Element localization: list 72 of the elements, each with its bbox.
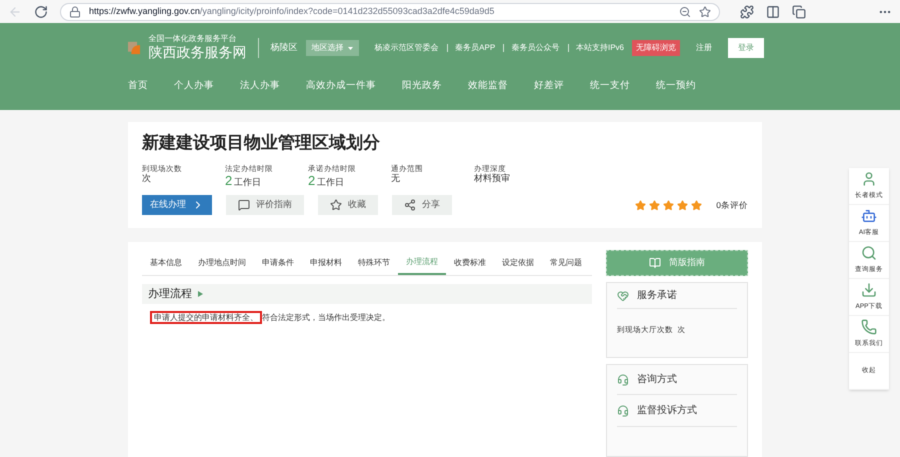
nav-link[interactable]: 首页 bbox=[128, 78, 148, 94]
top-link[interactable]: 秦务员APP bbox=[455, 42, 496, 54]
action-button[interactable]: 分享 bbox=[392, 195, 452, 216]
tab[interactable]: 特殊环节 bbox=[350, 250, 398, 275]
headset-icon bbox=[617, 374, 630, 386]
tab[interactable]: 设定依据 bbox=[494, 250, 542, 275]
favorite-icon[interactable] bbox=[699, 6, 711, 18]
register-link[interactable]: 注册 bbox=[696, 42, 712, 54]
platform-subtitle: 全国一体化政务服务平台 bbox=[148, 34, 238, 44]
tab[interactable]: 办理流程 bbox=[398, 250, 446, 275]
region-name: 杨陵区 bbox=[270, 41, 298, 54]
promise-title: 服务承诺 bbox=[637, 288, 678, 303]
tab[interactable]: 办理地点时间 bbox=[190, 250, 254, 275]
message-icon bbox=[238, 199, 250, 212]
address-bar[interactable]: https://zwfw.yangling.gov.cn/yangling/icity/proinfo/index?code=0141d232d55093cad3a2dfe4c59da9d5 bbox=[60, 2, 720, 20]
star-icon bbox=[330, 199, 342, 212]
consult-title: 咨询方式 bbox=[637, 372, 678, 387]
rating-star-icon bbox=[635, 200, 646, 211]
download-icon bbox=[861, 282, 877, 298]
apply-online-button[interactable]: 在线办理 bbox=[142, 195, 212, 216]
search-icon bbox=[861, 245, 877, 262]
fact-value: 材料预审 bbox=[474, 172, 511, 184]
fact-value: 无 bbox=[391, 172, 401, 184]
nav-link[interactable]: 效能监督 bbox=[468, 78, 508, 94]
review-count: 0条评价 bbox=[716, 198, 748, 212]
rating-star-icon bbox=[649, 200, 660, 211]
lock-icon bbox=[69, 6, 81, 18]
person-icon bbox=[861, 171, 877, 188]
robot-icon bbox=[861, 208, 877, 224]
top-link[interactable]: 本站支持IPv6 bbox=[576, 42, 624, 54]
url-text: https://zwfw.yangling.gov.cn/yangling/icity/proinfo/index?code=0141d232d55093cad3a2dfe4c59da9d5 bbox=[89, 4, 494, 18]
nav-link[interactable]: 个人办事 bbox=[174, 78, 214, 94]
complaint-title: 监督投诉方式 bbox=[637, 404, 698, 418]
login-button[interactable]: 登录 bbox=[728, 38, 764, 58]
process-text: 申请人提交的申请材料齐全、 符合法定形式，当场作出受理决定。 bbox=[150, 312, 592, 324]
fact-value: 次 bbox=[142, 172, 152, 184]
tab[interactable]: 申报材料 bbox=[302, 250, 350, 275]
site-title: 陕西政务服务网 bbox=[148, 44, 246, 62]
tab[interactable]: 常见问题 bbox=[542, 250, 590, 275]
top-link[interactable]: 秦务员公众号 bbox=[512, 42, 560, 54]
nav-link[interactable]: 好差评 bbox=[534, 78, 564, 94]
simple-guide-button[interactable]: 简版指南 bbox=[606, 250, 748, 276]
section-title: 办理流程 bbox=[148, 286, 192, 302]
fact-value: 2 工作日 bbox=[225, 172, 262, 190]
rating-star-icon bbox=[677, 200, 688, 211]
top-link[interactable]: 杨凌示范区管委会 bbox=[374, 42, 439, 54]
reload-icon[interactable] bbox=[34, 4, 48, 18]
extensions-icon[interactable] bbox=[740, 4, 754, 18]
nav-link[interactable]: 统一支付 bbox=[590, 78, 630, 94]
share-icon bbox=[404, 199, 416, 212]
nav-link[interactable]: 阳光政务 bbox=[402, 78, 442, 94]
action-button[interactable]: 收藏 bbox=[318, 195, 378, 216]
zoom-icon[interactable] bbox=[679, 6, 691, 18]
split-screen-icon[interactable] bbox=[766, 4, 780, 18]
nav-link[interactable]: 统一预约 bbox=[656, 78, 696, 94]
headset-icon bbox=[617, 404, 630, 416]
service-title: 新建建设项目物业管理区域划分 bbox=[142, 132, 381, 154]
rating-star-icon bbox=[691, 200, 702, 211]
tab[interactable]: 申请条件 bbox=[254, 250, 302, 275]
phone-icon bbox=[861, 319, 877, 336]
tab[interactable]: 基本信息 bbox=[142, 250, 190, 275]
caret-icon bbox=[348, 46, 353, 50]
action-button[interactable]: 评价指南 bbox=[226, 195, 304, 216]
tab[interactable]: 收费标准 bbox=[446, 250, 494, 275]
fact-value: 2 工作日 bbox=[308, 172, 346, 190]
collections-icon[interactable] bbox=[792, 4, 806, 18]
book-icon bbox=[649, 257, 662, 269]
rating-star-icon bbox=[663, 200, 674, 211]
triangle-icon bbox=[198, 291, 203, 297]
nav-link[interactable]: 法人办事 bbox=[240, 78, 280, 94]
nav-link[interactable]: 高效办成一件事 bbox=[306, 78, 376, 94]
accessibility-button[interactable]: 无障碍浏览 bbox=[632, 40, 680, 56]
